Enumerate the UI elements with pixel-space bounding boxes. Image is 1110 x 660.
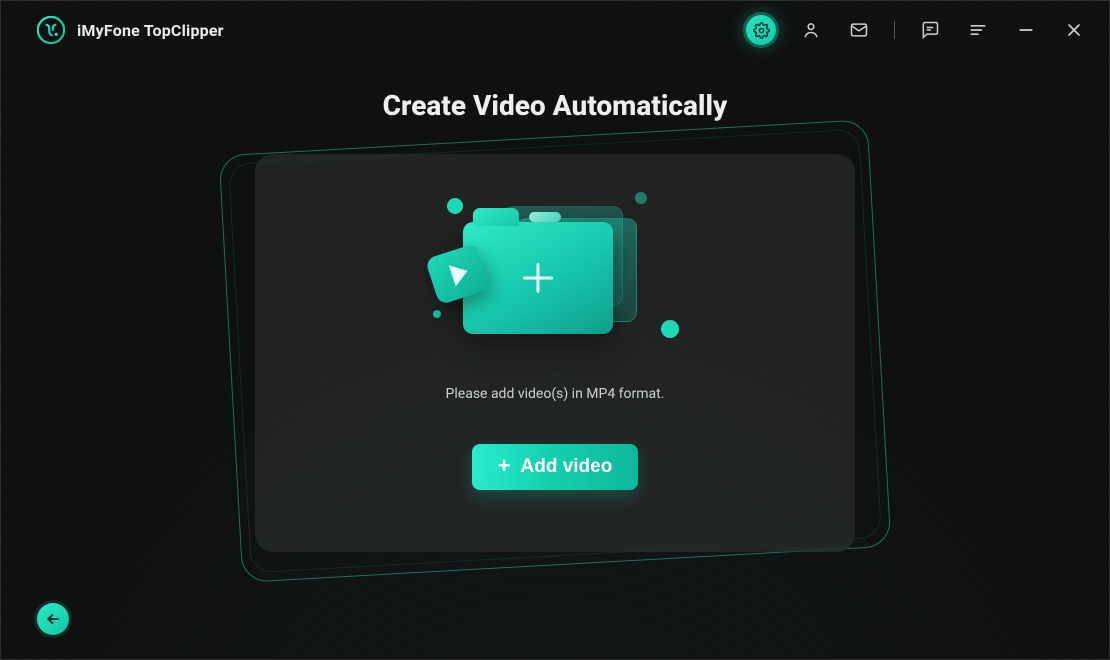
close-icon[interactable] <box>1061 17 1087 43</box>
account-icon[interactable] <box>798 17 824 43</box>
page-title: Create Video Automatically <box>1 89 1109 122</box>
plus-icon <box>523 263 553 293</box>
back-button[interactable] <box>37 603 69 635</box>
dropzone-card[interactable]: Please add video(s) in MP4 format. Add v… <box>255 154 855 552</box>
arrow-left-icon <box>45 611 61 627</box>
dropzone-hint: Please add video(s) in MP4 format. <box>446 386 665 402</box>
add-video-button[interactable]: Add video <box>472 444 639 490</box>
minimize-icon[interactable] <box>1013 17 1039 43</box>
add-video-label: Add video <box>521 456 613 478</box>
app-logo-icon <box>37 16 65 44</box>
toolbar-separator <box>894 21 895 39</box>
plus-icon <box>498 454 511 480</box>
feedback-icon[interactable] <box>917 17 943 43</box>
app-title: iMyFone TopClipper <box>77 21 224 40</box>
titlebar: iMyFone TopClipper <box>1 1 1109 59</box>
window-toolbar <box>746 15 1087 45</box>
brand: iMyFone TopClipper <box>37 16 224 44</box>
mail-icon[interactable] <box>846 17 872 43</box>
folder-illustration <box>425 186 685 366</box>
settings-icon[interactable] <box>746 15 776 45</box>
menu-icon[interactable] <box>965 17 991 43</box>
